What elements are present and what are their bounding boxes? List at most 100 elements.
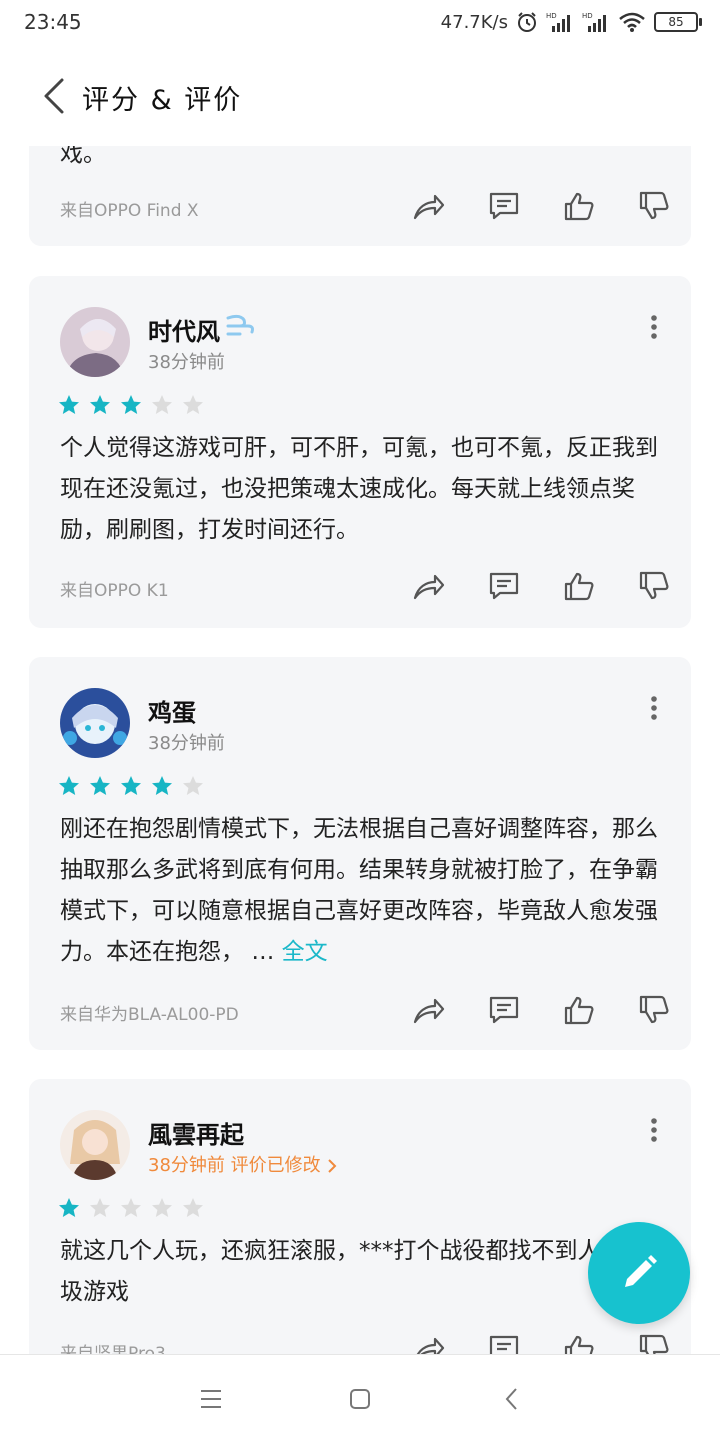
- dislike-icon: [639, 1334, 668, 1354]
- more-options-icon[interactable]: [649, 1117, 659, 1143]
- review-text: 刚还在抱怨剧情模式下，无法根据自己喜好调整阵容，那么抽取那么多武将到底有何用。结…: [60, 809, 660, 973]
- comment-button[interactable]: [466, 186, 541, 226]
- battery-icon: 85: [654, 12, 702, 32]
- full-text-link[interactable]: 全文: [282, 939, 328, 965]
- avatar[interactable]: [60, 1110, 130, 1180]
- page-title: 评分 & 评价: [82, 85, 243, 116]
- reviewer-name: 風雲再起: [148, 1121, 244, 1149]
- share-button[interactable]: [391, 186, 466, 226]
- dislike-button[interactable]: [616, 186, 691, 226]
- system-nav-bar: [0, 1354, 720, 1441]
- chevron-right-icon: [328, 1159, 337, 1173]
- share-button[interactable]: [391, 566, 466, 606]
- wifi-icon: [619, 12, 645, 32]
- comment-icon: [489, 996, 518, 1024]
- home-icon: [350, 1389, 370, 1409]
- status-icons: 47.7K/s HD HD 85: [440, 9, 702, 35]
- share-icon: [413, 574, 444, 600]
- review-source: 来自OPPO Find X: [60, 201, 199, 221]
- more-options-icon[interactable]: [649, 314, 659, 340]
- svg-text:HD: HD: [582, 12, 593, 20]
- comment-icon: [489, 1335, 518, 1354]
- review-time-text: 38分钟前: [148, 1155, 225, 1176]
- wind-emoji-icon: [226, 314, 254, 336]
- more-options-icon[interactable]: [649, 695, 659, 721]
- review-actions: [391, 990, 691, 1030]
- comment-button[interactable]: [466, 1329, 541, 1354]
- review-list[interactable]: 戏。 来自OPPO Find X 时代风 38分钟前 个人觉得这游戏可肝，可不肝…: [0, 146, 720, 1354]
- review-modified-label: 评价已修改: [230, 1155, 321, 1176]
- star-empty-icon: [90, 1198, 110, 1217]
- nav-back-button[interactable]: [494, 1381, 530, 1417]
- star-empty-icon: [183, 776, 203, 795]
- star-icon: [59, 395, 79, 414]
- comment-icon: [489, 192, 518, 220]
- network-speed: 47.7K/s: [440, 11, 508, 33]
- star-empty-icon: [152, 1198, 172, 1217]
- dislike-button[interactable]: [616, 566, 691, 606]
- star-empty-icon: [183, 395, 203, 414]
- chevron-left-icon[interactable]: [40, 76, 70, 116]
- review-text-body: 刚还在抱怨剧情模式下，无法根据自己喜好调整阵容，那么抽取那么多武将到底有何用。结…: [60, 816, 658, 965]
- share-button[interactable]: [391, 990, 466, 1030]
- comment-icon: [489, 572, 518, 600]
- review-actions: [391, 186, 691, 226]
- star-icon: [121, 776, 141, 795]
- review-text: 个人觉得这游戏可肝，可不肝，可氪，也可不氪，反正我到现在还没氪过，也没把策魂太速…: [60, 435, 658, 543]
- signal-hd-icon: HD: [582, 12, 606, 32]
- review-text: 戏。: [60, 146, 106, 167]
- review-actions: [391, 1329, 691, 1354]
- pencil-icon: [625, 1255, 657, 1287]
- review-time: 38分钟前: [148, 352, 225, 373]
- avatar[interactable]: [60, 688, 130, 758]
- star-icon: [90, 395, 110, 414]
- review-time: 38分钟前: [148, 733, 225, 754]
- reviewer-name: 鸡蛋: [148, 699, 196, 727]
- share-icon: [413, 194, 444, 220]
- status-bar: 23:45 47.7K/s HD HD 85: [0, 0, 720, 44]
- star-rating: [57, 1196, 205, 1220]
- comment-button[interactable]: [466, 566, 541, 606]
- like-icon: [564, 1335, 593, 1354]
- dislike-icon: [639, 571, 668, 600]
- star-icon: [152, 776, 172, 795]
- review-source: 来自华为BLA-AL00-PD: [60, 1005, 239, 1025]
- comment-button[interactable]: [466, 990, 541, 1030]
- review-card: 时代风 38分钟前 个人觉得这游戏可肝，可不肝，可氪，也可不氪，反正我到现在还没…: [29, 276, 691, 628]
- review-time[interactable]: 38分钟前 评价已修改: [148, 1151, 338, 1177]
- like-button[interactable]: [541, 566, 616, 606]
- star-icon: [59, 1198, 79, 1217]
- like-button[interactable]: [541, 990, 616, 1030]
- nav-menu-button[interactable]: [193, 1381, 229, 1417]
- write-review-button[interactable]: [588, 1222, 690, 1324]
- like-icon: [564, 192, 593, 221]
- dislike-button[interactable]: [616, 990, 691, 1030]
- nav-home-button[interactable]: [342, 1381, 378, 1417]
- star-icon: [59, 776, 79, 795]
- reviewer-name: 时代风: [148, 318, 220, 346]
- like-button[interactable]: [541, 1329, 616, 1354]
- review-card: 戏。 来自OPPO Find X: [29, 146, 691, 246]
- star-icon: [90, 776, 110, 795]
- dislike-icon: [639, 995, 668, 1024]
- signal-hd-icon: HD: [546, 12, 570, 32]
- review-card: 風雲再起 38分钟前 评价已修改 就这几个人玩，还疯狂滚服，***打个战役都找不…: [29, 1079, 691, 1354]
- review-text-ellipsis: …: [251, 939, 275, 965]
- svg-text:HD: HD: [546, 12, 557, 20]
- dislike-button[interactable]: [616, 1329, 691, 1354]
- review-source: 来自OPPO K1: [60, 581, 169, 601]
- star-rating: [57, 393, 205, 417]
- like-button[interactable]: [541, 186, 616, 226]
- like-icon: [564, 996, 593, 1025]
- menu-icon: [201, 1390, 221, 1408]
- review-text: 就这几个人玩，还疯狂滚服，***打个战役都找不到人。垃圾游戏: [60, 1238, 647, 1305]
- back-icon: [505, 1388, 517, 1410]
- app-header: 评分 & 评价: [0, 50, 720, 146]
- share-button[interactable]: [391, 1329, 466, 1354]
- star-rating: [57, 774, 205, 798]
- status-time: 23:45: [24, 10, 82, 34]
- review-actions: [391, 566, 691, 606]
- review-card: 鸡蛋 38分钟前 刚还在抱怨剧情模式下，无法根据自己喜好调整阵容，那么抽取那么多…: [29, 657, 691, 1050]
- avatar[interactable]: [60, 307, 130, 377]
- share-icon: [413, 998, 444, 1024]
